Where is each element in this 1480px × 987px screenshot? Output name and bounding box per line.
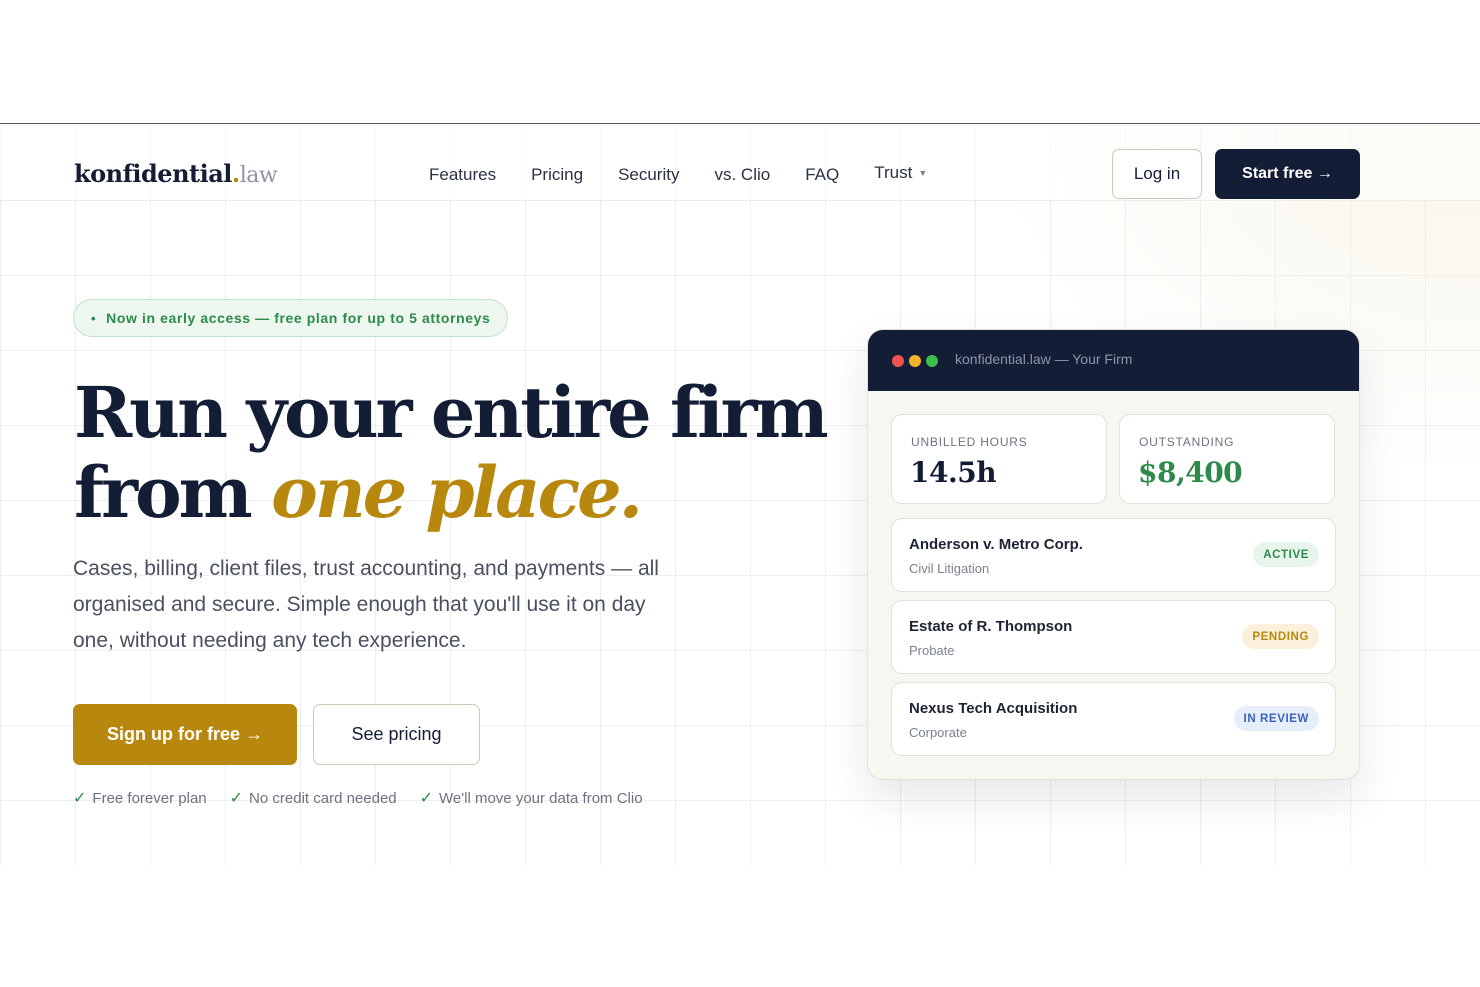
signup-button[interactable]: Sign up for free → xyxy=(73,704,297,765)
nav-link-vs-clio[interactable]: vs. Clio xyxy=(714,165,770,185)
headline-line-1: Run your entire firm xyxy=(74,371,829,454)
check-icon: ✓ xyxy=(73,790,87,807)
stat-label: OUTSTANDING xyxy=(1139,435,1235,449)
case-name: Anderson v. Metro Corp. xyxy=(909,536,1083,553)
close-dot-icon xyxy=(892,355,904,367)
status-badge: PENDING xyxy=(1242,624,1319,649)
benefit-checklist: ✓ Free forever plan ✓ No credit card neede… xyxy=(73,788,666,808)
app-preview-window: konfidential.law — Your Firm UNBILLED HO… xyxy=(867,329,1360,780)
stat-value: $8,400 xyxy=(1138,456,1243,489)
status-badge: ACTIVE xyxy=(1253,542,1319,567)
benefit-item: ✓ No credit card needed xyxy=(230,788,397,808)
stat-card-outstanding: OUTSTANDING $8,400 xyxy=(1119,414,1335,504)
top-blank-area xyxy=(0,0,1480,124)
maximize-dot-icon xyxy=(926,355,938,367)
stat-value: 14.5h xyxy=(910,456,997,489)
nav-links: Features Pricing Security vs. Clio FAQ T… xyxy=(429,163,962,185)
early-access-badge: • Now in early access — free plan for up… xyxy=(73,299,509,337)
bullet-icon: • xyxy=(91,310,97,326)
see-pricing-button[interactable]: See pricing xyxy=(313,704,480,765)
case-row[interactable]: Nexus Tech Acquisition Corporate IN REVI… xyxy=(891,682,1336,756)
logo-dot: . xyxy=(231,159,240,188)
status-badge: IN REVIEW xyxy=(1233,706,1319,731)
logo[interactable]: konfidential.law xyxy=(74,159,278,188)
window-title: konfidential.law — Your Firm xyxy=(955,351,1133,367)
case-type: Corporate xyxy=(909,725,967,740)
case-name: Nexus Tech Acquisition xyxy=(909,700,1078,717)
start-free-button[interactable]: Start free → xyxy=(1215,149,1360,199)
benefit-item: ✓ Free forever plan xyxy=(73,788,207,808)
logo-main: konfidential xyxy=(74,159,232,188)
nav-link-faq[interactable]: FAQ xyxy=(805,165,839,185)
hero-headline: Run your entire firm from one place. xyxy=(74,371,829,533)
headline-plain: from xyxy=(74,451,272,534)
check-icon: ✓ xyxy=(229,790,244,807)
case-type: Probate xyxy=(909,643,955,658)
landing-page: konfidential.law Features Pricing Securi… xyxy=(0,125,1480,865)
benefit-text: Free forever plan xyxy=(92,789,207,807)
benefit-item: ✓ We'll move your data from Clio xyxy=(420,788,643,808)
logo-tld: law xyxy=(239,163,278,188)
nav-link-trust-label: Trust xyxy=(874,163,913,182)
nav-link-security[interactable]: Security xyxy=(618,165,679,185)
early-access-text: Now in early access — free plan for up t… xyxy=(106,310,491,326)
benefit-text: No credit card needed xyxy=(249,789,397,807)
benefit-text: We'll move your data from Clio xyxy=(439,789,643,807)
stat-label: UNBILLED HOURS xyxy=(911,435,1028,449)
case-row[interactable]: Anderson v. Metro Corp. Civil Litigation… xyxy=(891,518,1336,592)
headline-accent: one place. xyxy=(271,451,643,534)
minimize-dot-icon xyxy=(909,355,921,367)
bottom-blank-area xyxy=(0,865,1480,987)
window-titlebar: konfidential.law — Your Firm xyxy=(868,330,1359,391)
nav-link-features[interactable]: Features xyxy=(429,165,496,185)
nav-link-pricing[interactable]: Pricing xyxy=(531,165,583,185)
case-row[interactable]: Estate of R. Thompson Probate PENDING xyxy=(891,600,1336,674)
case-name: Estate of R. Thompson xyxy=(909,618,1073,635)
stat-card-unbilled-hours: UNBILLED HOURS 14.5h xyxy=(891,414,1107,504)
hero-subtext: Cases, billing, client files, trust acco… xyxy=(73,557,659,652)
top-navbar: konfidential.law Features Pricing Securi… xyxy=(0,125,1480,201)
case-type: Civil Litigation xyxy=(909,561,990,576)
nav-link-trust-dropdown[interactable]: Trust ▼ xyxy=(874,163,927,183)
login-button[interactable]: Log in xyxy=(1112,149,1202,199)
chevron-down-icon: ▼ xyxy=(918,168,928,178)
headline-line-2: from one place. xyxy=(74,453,826,533)
check-icon: ✓ xyxy=(419,790,434,807)
